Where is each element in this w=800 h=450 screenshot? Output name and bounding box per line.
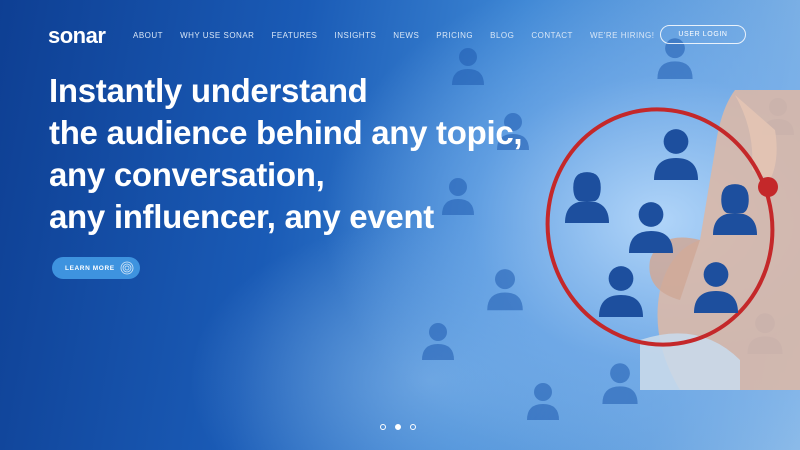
- carousel-indicators: [380, 424, 416, 430]
- headline-line: any influencer, any event: [49, 198, 434, 235]
- person-icon: [485, 265, 525, 311]
- nav-item-insights[interactable]: INSIGHTS: [335, 31, 377, 40]
- nav-item-hiring[interactable]: WE'RE HIRING!: [590, 31, 654, 40]
- person-icon: [525, 380, 561, 420]
- person-icon: [595, 262, 647, 322]
- carousel-dot-2[interactable]: [395, 424, 401, 430]
- learn-more-label: LEARN MORE: [65, 264, 115, 272]
- person-icon: [710, 180, 760, 240]
- carousel-dot-1[interactable]: [380, 424, 386, 430]
- nav-item-contact[interactable]: CONTACT: [531, 31, 573, 40]
- nav-item-blog[interactable]: BLOG: [490, 31, 514, 40]
- nav-item-features[interactable]: FEATURES: [271, 31, 317, 40]
- person-icon: [562, 168, 612, 228]
- nav-item-why-use-sonar[interactable]: WHY USE SONAR: [180, 31, 254, 40]
- sonar-logo[interactable]: sonar: [48, 22, 106, 50]
- person-icon: [650, 125, 702, 185]
- person-icon: [600, 360, 640, 404]
- sonar-logo-icon: sonar: [48, 23, 106, 48]
- hero-headline: Instantly understand the audience behind…: [49, 70, 523, 238]
- learn-more-button[interactable]: LEARN MORE: [52, 257, 140, 279]
- nav-item-news[interactable]: NEWS: [393, 31, 419, 40]
- person-icon: [420, 320, 456, 360]
- user-login-button[interactable]: USER LOGIN: [660, 25, 746, 44]
- nav-item-about[interactable]: ABOUT: [133, 31, 163, 40]
- carousel-dot-3[interactable]: [410, 424, 416, 430]
- person-icon: [625, 198, 677, 258]
- headline-line: the audience behind any topic,: [49, 114, 523, 151]
- main-nav: ABOUT WHY USE SONAR FEATURES INSIGHTS NE…: [133, 31, 671, 40]
- target-icon: [120, 261, 134, 275]
- headline-line: any conversation,: [49, 156, 325, 193]
- headline-line: Instantly understand: [49, 72, 368, 109]
- nav-item-pricing[interactable]: PRICING: [436, 31, 473, 40]
- person-icon: [690, 258, 742, 318]
